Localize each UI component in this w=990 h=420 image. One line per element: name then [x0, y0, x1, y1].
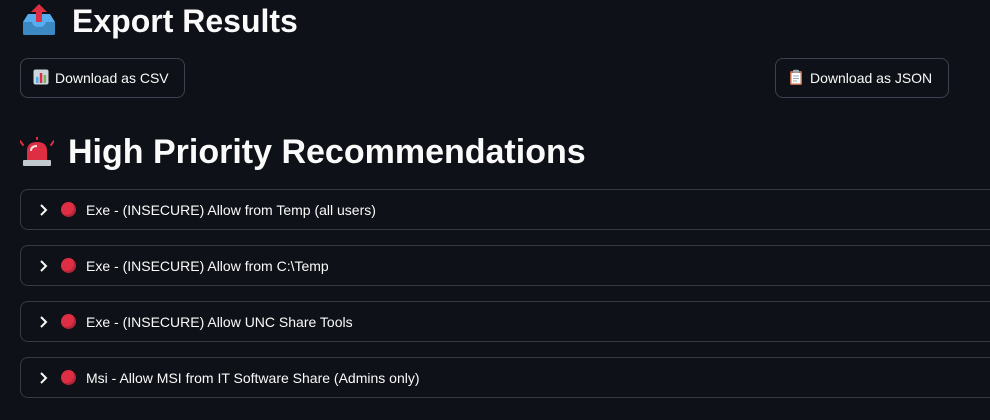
recommendation-label: Exe - (INSECURE) Allow UNC Share Tools — [86, 313, 353, 330]
recommendation-label: Exe - (INSECURE) Allow from C:\Temp — [86, 257, 329, 274]
chevron-right-icon — [37, 259, 51, 273]
chevron-right-icon — [37, 203, 51, 217]
download-csv-button[interactable]: Download as CSV — [20, 58, 185, 98]
recommendation-expander[interactable]: Exe - (INSECURE) Allow UNC Share Tools — [20, 301, 990, 342]
red-circle-icon — [61, 258, 76, 273]
high-priority-heading: High Priority Recommendations — [20, 130, 586, 174]
recommendation-label: Msi - Allow MSI from IT Software Share (… — [86, 369, 420, 386]
download-csv-label: Download as CSV — [55, 70, 169, 86]
download-json-button[interactable]: Download as JSON — [775, 58, 949, 98]
recommendation-label: Exe - (INSECURE) Allow from Temp (all us… — [86, 201, 376, 218]
chevron-right-icon — [37, 371, 51, 385]
outbox-tray-icon — [20, 4, 58, 38]
recommendation-expander[interactable]: Exe - (INSECURE) Allow from C:\Temp — [20, 245, 990, 286]
export-results-title: Export Results — [72, 2, 298, 39]
page: Export Results Download as CSV Download … — [0, 0, 990, 420]
bar-chart-icon — [33, 69, 49, 88]
export-results-heading: Export Results — [20, 0, 298, 42]
recommendation-expander[interactable]: Msi - Allow MSI from IT Software Share (… — [20, 357, 990, 398]
high-priority-title: High Priority Recommendations — [68, 132, 586, 171]
red-circle-icon — [61, 202, 76, 217]
red-circle-icon — [61, 314, 76, 329]
police-light-icon — [20, 137, 54, 167]
red-circle-icon — [61, 370, 76, 385]
clipboard-icon — [788, 69, 804, 88]
recommendation-expander[interactable]: Exe - (INSECURE) Allow from Temp (all us… — [20, 189, 990, 230]
download-json-label: Download as JSON — [810, 70, 933, 86]
chevron-right-icon — [37, 315, 51, 329]
